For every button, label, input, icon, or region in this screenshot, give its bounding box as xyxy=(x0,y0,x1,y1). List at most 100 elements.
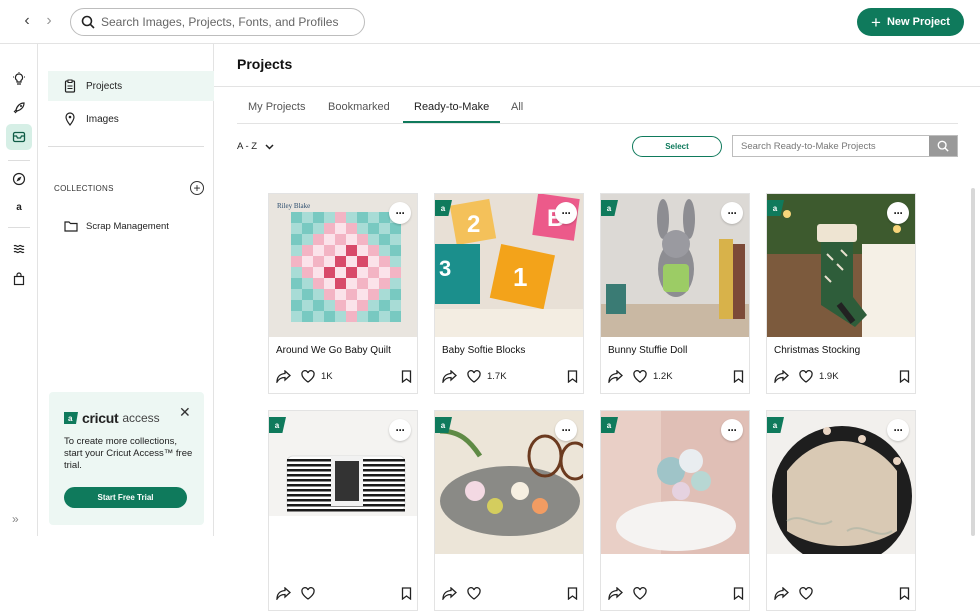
project-title[interactable]: Around We Go Baby Quilt xyxy=(276,345,391,356)
rocket-icon[interactable] xyxy=(6,95,32,121)
projects-tray-icon[interactable] xyxy=(6,124,32,150)
forward-arrow-icon[interactable]: › xyxy=(40,12,58,30)
tab-all[interactable]: All xyxy=(511,101,523,123)
sort-label: A - Z xyxy=(237,141,258,152)
project-card[interactable]: 2 B 3 1 a ··· Baby Softie Blocks 1.7K xyxy=(434,193,584,394)
share-icon[interactable] xyxy=(276,369,291,383)
heart-icon[interactable] xyxy=(301,369,315,383)
collection-folder-item[interactable]: Scrap Management xyxy=(64,220,169,232)
lightbulb-icon[interactable] xyxy=(6,66,32,92)
project-card[interactable]: a ··· Christmas Stocking 1.9K xyxy=(766,193,916,394)
share-icon[interactable] xyxy=(774,586,789,600)
chevron-down-icon xyxy=(265,143,274,150)
more-options-button[interactable]: ··· xyxy=(389,202,411,224)
image-pin-icon xyxy=(65,112,75,126)
expand-sidebar-icon[interactable]: » xyxy=(12,512,19,526)
more-options-button[interactable]: ··· xyxy=(389,419,411,441)
more-options-button[interactable]: ··· xyxy=(887,419,909,441)
bookmark-icon[interactable] xyxy=(401,586,412,600)
share-icon[interactable] xyxy=(276,586,291,600)
global-search-input[interactable] xyxy=(101,15,364,29)
shopping-bag-icon[interactable] xyxy=(6,266,32,292)
project-card[interactable]: a ··· Bunny Stuffie Doll 1.2K xyxy=(600,193,750,394)
cricut-access-promo: a cricut access ✕ To create more collect… xyxy=(49,392,204,525)
plus-icon: + xyxy=(871,12,881,32)
share-icon[interactable] xyxy=(608,369,623,383)
sidebar-item-label: Projects xyxy=(86,80,123,92)
new-project-button[interactable]: + New Project xyxy=(857,8,964,36)
search-submit-button[interactable] xyxy=(929,136,957,156)
bookmark-icon[interactable] xyxy=(567,586,578,600)
heart-icon[interactable] xyxy=(799,369,813,383)
card-actions xyxy=(608,585,744,601)
page-title: Projects xyxy=(237,56,293,72)
project-card[interactable]: Riley Blake ··· Around We Go Baby Quilt … xyxy=(268,193,418,394)
card-actions: 1K xyxy=(276,368,412,384)
tab-ready-to-make[interactable]: Ready-to-Make xyxy=(414,101,489,123)
cricut-access-logo: a cricut access xyxy=(64,410,160,426)
project-title[interactable]: Baby Softie Blocks xyxy=(442,345,525,356)
bookmark-icon[interactable] xyxy=(567,369,578,383)
compass-icon[interactable] xyxy=(6,166,32,192)
card-actions: 1.9K xyxy=(774,368,910,384)
project-card[interactable]: a ··· xyxy=(766,410,916,611)
tab-my-projects[interactable]: My Projects xyxy=(248,101,305,123)
left-rail: a » xyxy=(0,44,38,536)
top-bar: ‹ › + New Project xyxy=(0,0,980,44)
project-card[interactable]: a ··· xyxy=(600,410,750,611)
card-actions: 1.2K xyxy=(608,368,744,384)
project-card[interactable]: a ··· xyxy=(434,410,584,611)
search-icon xyxy=(81,15,95,29)
project-title[interactable]: Christmas Stocking xyxy=(774,345,860,356)
share-icon[interactable] xyxy=(774,369,789,383)
more-options-button[interactable]: ··· xyxy=(721,419,743,441)
tabs-divider xyxy=(237,123,958,124)
bookmark-icon[interactable] xyxy=(899,586,910,600)
sidebar-item-projects[interactable]: Projects xyxy=(48,71,214,101)
share-icon[interactable] xyxy=(608,586,623,600)
start-free-trial-button[interactable]: Start Free Trial xyxy=(64,487,187,508)
select-button[interactable]: Select xyxy=(632,136,722,157)
bookmark-icon[interactable] xyxy=(733,369,744,383)
header-divider xyxy=(214,86,980,87)
close-icon[interactable]: ✕ xyxy=(179,404,191,421)
global-search-box[interactable] xyxy=(70,8,365,36)
add-collection-icon[interactable]: + xyxy=(190,181,204,195)
bookmark-icon[interactable] xyxy=(733,586,744,600)
more-options-button[interactable]: ··· xyxy=(887,202,909,224)
heart-icon[interactable] xyxy=(467,369,481,383)
heart-icon[interactable] xyxy=(301,586,315,600)
more-options-button[interactable]: ··· xyxy=(721,202,743,224)
tab-bookmarked[interactable]: Bookmarked xyxy=(328,101,390,123)
ready-to-make-search-input[interactable] xyxy=(733,136,929,156)
svg-text:a: a xyxy=(68,414,73,423)
brand-suffix: access xyxy=(122,411,160,425)
bookmark-icon[interactable] xyxy=(899,369,910,383)
heart-icon[interactable] xyxy=(633,369,647,383)
search-icon xyxy=(937,140,949,152)
project-card[interactable]: a ··· xyxy=(268,410,418,611)
sidebar-item-images[interactable]: Images xyxy=(48,104,214,134)
heart-icon[interactable] xyxy=(467,586,481,600)
back-arrow-icon[interactable]: ‹ xyxy=(18,12,36,30)
project-title[interactable]: Bunny Stuffie Doll xyxy=(608,345,687,356)
clipboard-icon xyxy=(64,79,76,93)
cricut-access-icon[interactable]: a xyxy=(6,194,32,220)
material-waves-icon[interactable] xyxy=(6,236,32,262)
share-icon[interactable] xyxy=(442,369,457,383)
card-actions xyxy=(442,585,578,601)
share-icon[interactable] xyxy=(442,586,457,600)
svg-text:1: 1 xyxy=(513,262,527,292)
sort-dropdown[interactable]: A - Z xyxy=(237,141,274,152)
ready-to-make-search[interactable] xyxy=(732,135,958,157)
brand-word: cricut xyxy=(82,410,119,426)
more-options-button[interactable]: ··· xyxy=(555,202,577,224)
more-options-button[interactable]: ··· xyxy=(555,419,577,441)
heart-icon[interactable] xyxy=(633,586,647,600)
svg-text:Riley Blake: Riley Blake xyxy=(277,202,310,210)
card-actions xyxy=(276,585,412,601)
scrollbar[interactable] xyxy=(971,188,975,536)
heart-icon[interactable] xyxy=(799,586,813,600)
bookmark-icon[interactable] xyxy=(401,369,412,383)
rail-divider xyxy=(8,227,30,228)
